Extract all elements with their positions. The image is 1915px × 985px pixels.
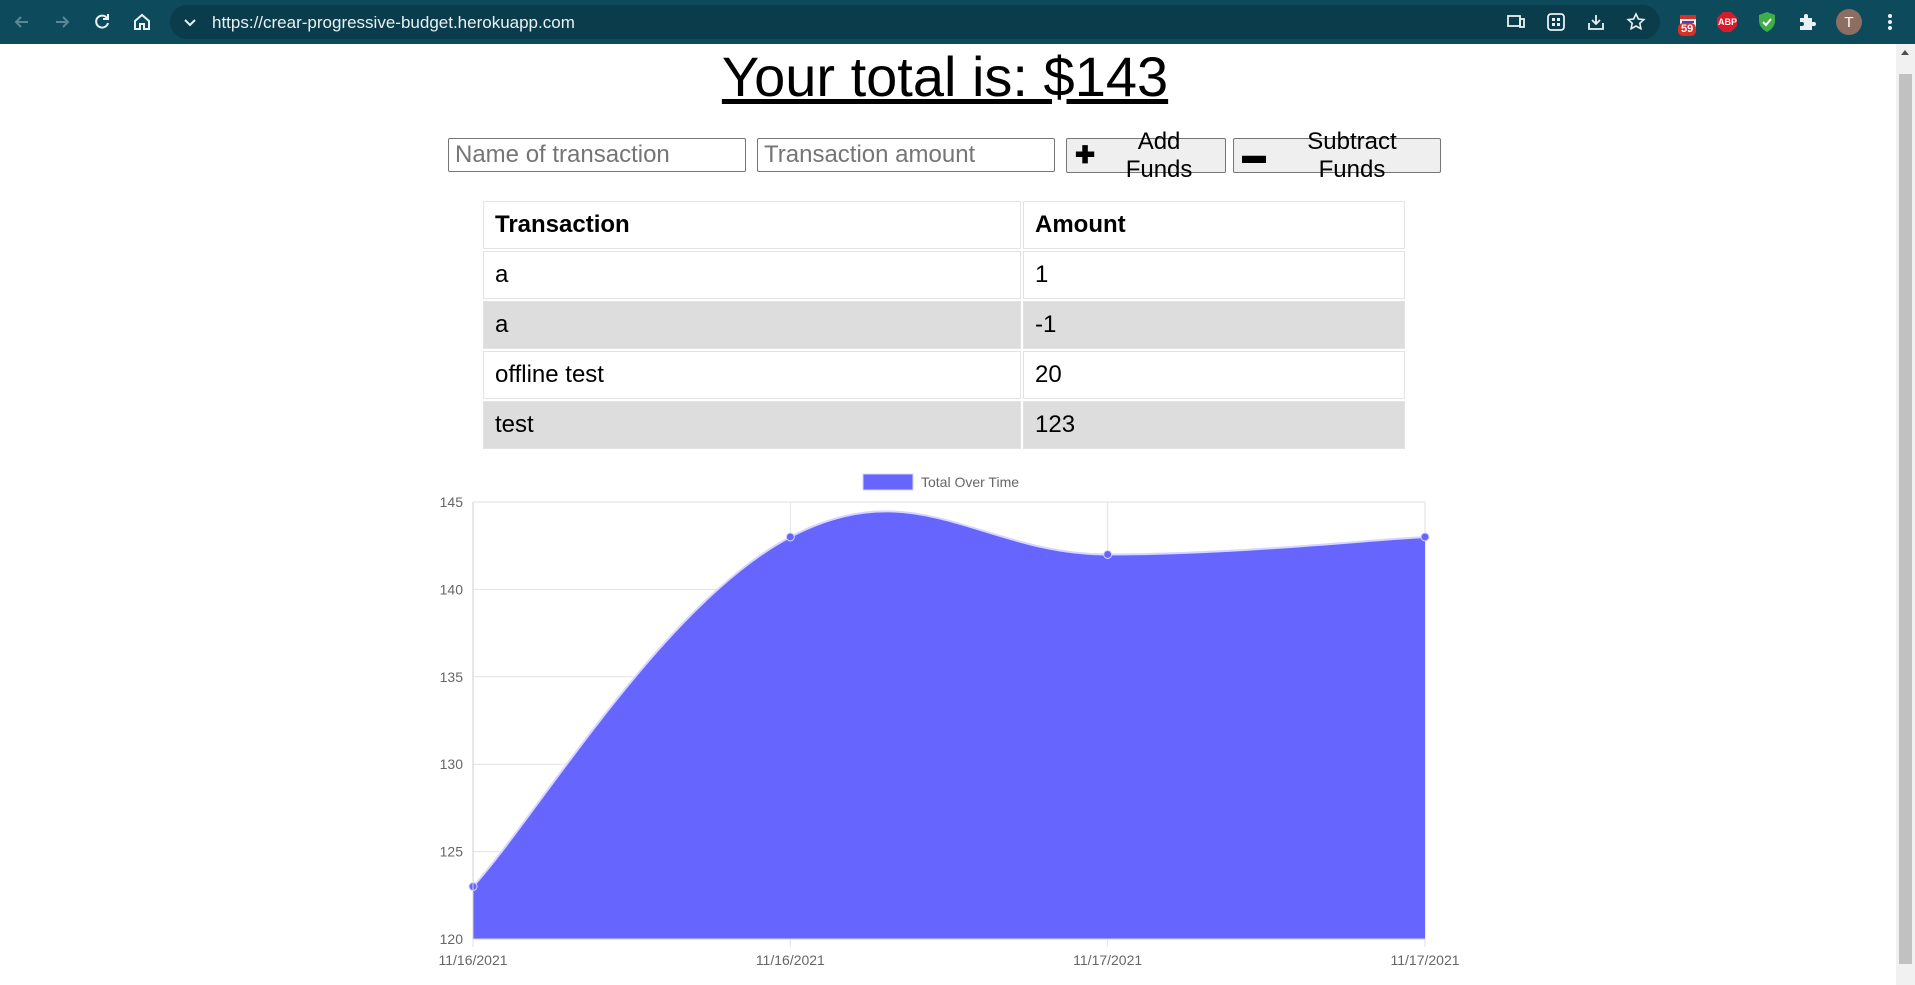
data-point	[785, 532, 795, 542]
x-tick-label: 11/17/2021	[1390, 952, 1459, 968]
profile-avatar[interactable]: T	[1836, 9, 1862, 35]
transaction-name-cell: a	[483, 251, 1021, 299]
add-funds-label: Add Funds	[1125, 127, 1193, 183]
table-row: a 1	[483, 251, 1405, 299]
table-row: a -1	[483, 301, 1405, 349]
bookmark-star-icon[interactable]	[1624, 10, 1648, 34]
cast-icon[interactable]	[1504, 10, 1528, 34]
qr-code-icon[interactable]	[1544, 10, 1568, 34]
legend-label: Total Over Time	[921, 474, 1019, 490]
scroll-up-arrow-icon[interactable]	[1901, 50, 1909, 55]
extensions-puzzle-icon[interactable]	[1795, 10, 1819, 34]
browser-toolbar: https://crear-progressive-budget.herokua…	[0, 0, 1915, 44]
reload-icon[interactable]	[90, 10, 114, 34]
x-tick-label: 11/16/2021	[438, 952, 507, 968]
transaction-amount-cell: -1	[1023, 301, 1405, 349]
data-point	[1420, 532, 1430, 542]
install-app-icon[interactable]	[1584, 10, 1608, 34]
transaction-amount-cell: 1	[1023, 251, 1405, 299]
y-tick-label: 135	[440, 669, 464, 685]
transaction-name-cell: a	[483, 301, 1021, 349]
extension-badge: 59	[1678, 23, 1697, 36]
column-header-transaction: Transaction	[483, 201, 1021, 249]
shield-icon[interactable]	[1755, 10, 1779, 34]
legend-swatch	[862, 473, 914, 491]
y-tick-label: 130	[440, 756, 464, 772]
y-tick-label: 125	[440, 844, 464, 860]
y-tick-label: 145	[440, 494, 464, 510]
total-over-time-chart: 145 140 135 130 125 120 11/16/2021 11/16/2021 11…	[438, 473, 1460, 968]
transaction-amount-input[interactable]	[757, 138, 1055, 172]
transaction-amount-cell: 20	[1023, 351, 1405, 399]
minus-icon: ▬	[1242, 141, 1266, 169]
x-tick-label: 11/16/2021	[756, 952, 825, 968]
home-icon[interactable]	[130, 10, 154, 34]
y-tick-label: 140	[440, 581, 464, 597]
add-funds-button[interactable]: ✚ Add Funds	[1066, 128, 1226, 183]
menu-kebab-icon[interactable]	[1878, 10, 1902, 34]
plus-icon: ✚	[1075, 142, 1096, 169]
subtract-funds-button[interactable]: ▬ Subtract Funds	[1233, 128, 1441, 183]
table-row: offline test 20	[483, 351, 1405, 399]
table-row: test 123	[483, 401, 1405, 449]
total-heading: Your total is: $143	[721, 45, 1169, 108]
site-info-chevron-icon[interactable]	[182, 14, 198, 35]
url-text[interactable]: https://crear-progressive-budget.herokua…	[212, 13, 575, 33]
transaction-name-cell: offline test	[483, 351, 1021, 399]
subtract-funds-label: Subtract Funds	[1307, 127, 1397, 183]
table-header-row: Transaction Amount	[483, 201, 1405, 249]
transaction-name-input[interactable]	[448, 138, 746, 172]
y-tick-label: 120	[440, 931, 464, 947]
column-header-amount: Amount	[1023, 201, 1405, 249]
scroll-thumb[interactable]	[1899, 74, 1912, 964]
forward-icon[interactable]	[50, 10, 74, 34]
series-area	[473, 511, 1425, 939]
address-bar[interactable]: https://crear-progressive-budget.herokua…	[170, 5, 1660, 39]
x-tick-label: 11/17/2021	[1073, 952, 1142, 968]
transaction-name-cell: test	[483, 401, 1021, 449]
abp-label: ABP	[1718, 17, 1738, 27]
transaction-amount-cell: 123	[1023, 401, 1405, 449]
transactions-table: Transaction Amount a 1 a -1 offline test…	[481, 199, 1407, 451]
adblock-plus-icon[interactable]: ABP	[1715, 10, 1739, 34]
back-icon[interactable]	[10, 10, 34, 34]
page-scrollbar[interactable]	[1896, 44, 1915, 985]
data-point	[1103, 549, 1113, 559]
